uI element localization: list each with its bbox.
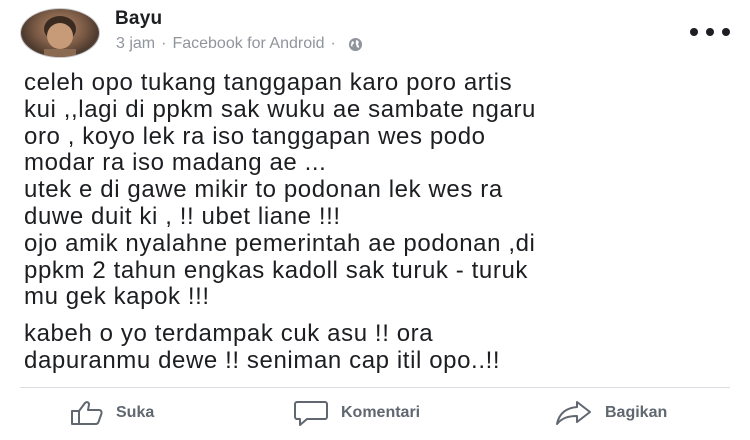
post-text-line: celeh opo tukang tanggapan karo poro art… <box>24 69 513 96</box>
meta-separator: · <box>161 35 167 52</box>
like-button[interactable]: Suka <box>70 398 154 428</box>
comment-button[interactable]: Komentari <box>293 398 420 428</box>
comment-label: Komentari <box>341 404 421 421</box>
avatar[interactable] <box>20 8 100 58</box>
post-header: Bayu 3 jam · Facebook for Android · <box>0 0 750 62</box>
action-bar: Suka Komentari Bagikan <box>0 392 750 432</box>
post-time[interactable]: 3 jam <box>116 35 155 53</box>
comment-bubble-icon <box>294 401 328 426</box>
thumbs-up-icon <box>71 401 103 425</box>
meta-separator: · <box>330 35 336 52</box>
more-dot <box>706 28 714 36</box>
post-text-line: dapuranmu dewe !! seniman cap itil opo..… <box>24 346 501 374</box>
more-options-icon[interactable] <box>690 26 730 38</box>
like-label: Suka <box>116 404 155 421</box>
avatar-photo-icon <box>44 16 76 57</box>
post-text-line: mu gek kapok !!! <box>24 283 210 311</box>
share-arrow-icon <box>556 401 591 425</box>
post-source: Facebook for Android <box>172 35 325 52</box>
globe-icon <box>348 37 362 51</box>
post-meta: 3 jam · Facebook for Android · <box>116 35 363 53</box>
post-text-line: kui ,,lagi di ppkm sak wuku ae sambate n… <box>24 95 536 123</box>
more-dot <box>722 28 730 36</box>
facebook-post: Bayu 3 jam · Facebook for Android · cele… <box>0 0 750 440</box>
post-text-line: kabeh o yo terdampak cuk asu !! ora <box>24 320 434 348</box>
post-text: celeh opo tukang tanggapan karo poro art… <box>24 69 736 375</box>
share-button[interactable]: Bagikan <box>555 398 667 428</box>
author-name[interactable]: Bayu <box>115 8 162 30</box>
more-dot <box>690 28 698 36</box>
post-text-line: modar ra iso madang ae ... <box>24 149 327 177</box>
post-text-line: duwe duit ki , !! ubet liane !!! <box>24 202 341 230</box>
share-label: Bagikan <box>605 404 668 421</box>
post-text-line: oro , koyo lek ra iso tanggapan wes podo <box>24 122 486 150</box>
action-divider <box>20 387 730 388</box>
post-text-line: ppkm 2 tahun engkas kadoll sak turuk - t… <box>24 256 528 284</box>
post-text-line: utek e di gawe mikir to podonan lek wes … <box>24 176 503 204</box>
post-text-line: ojo amik nyalahne pemerintah ae podonan … <box>24 229 536 257</box>
